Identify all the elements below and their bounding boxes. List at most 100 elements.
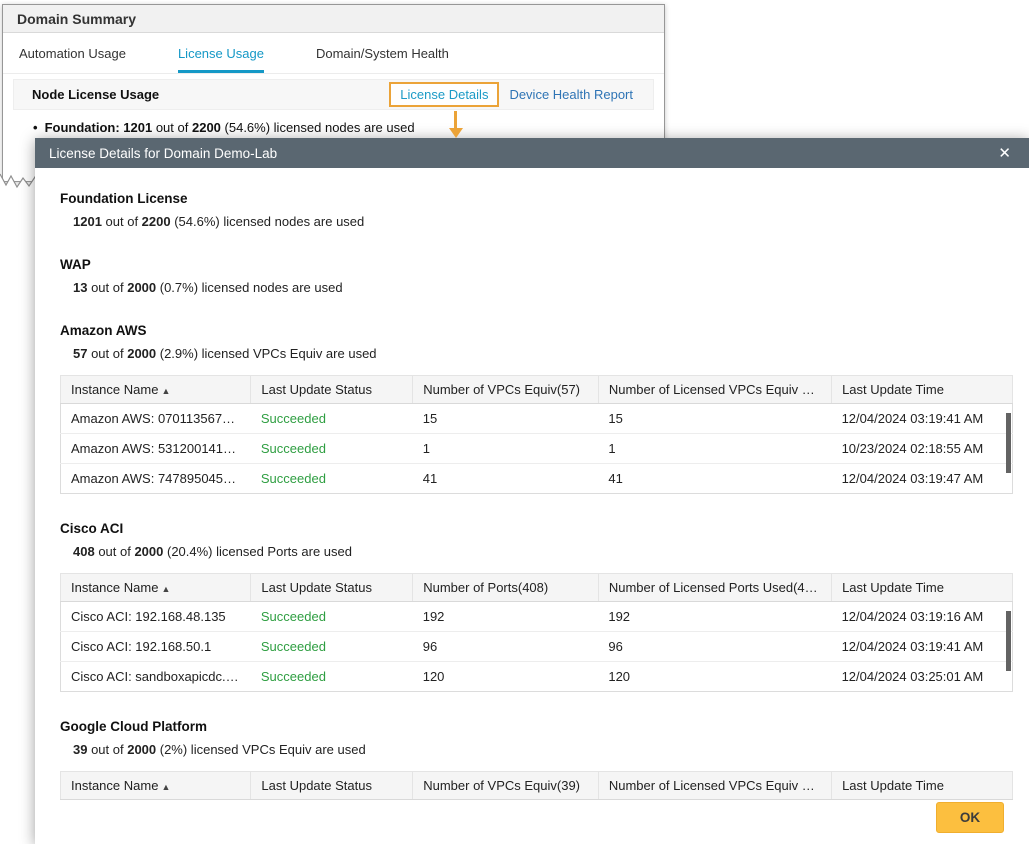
column-header[interactable]: Number of VPCs Equiv(57) [413,376,599,404]
table-cell: 120 [598,662,831,692]
table-cell: 120 [413,662,599,692]
table-cell: 1 [598,434,831,464]
usage-line: 39 out of 2000 (2%) licensed VPCs Equiv … [73,742,1013,758]
usage-used-value: 408 [73,544,95,559]
table-cell: 12/04/2024 03:19:16 AM [832,602,1013,632]
modal-sections: Foundation License 1201 out of 2200 (54.6… [60,192,1013,800]
table-cell: 15 [413,404,599,434]
bullet-mid: out of [156,120,189,135]
ok-button[interactable]: OK [936,802,1004,833]
column-header[interactable]: Instance Name▲ [61,772,251,800]
license-section: WAP13 out of 2000 (0.7%) licensed nodes … [60,258,1013,296]
sort-asc-icon: ▲ [161,782,170,792]
column-header[interactable]: Last Update Status [251,376,413,404]
table-cell: 41 [598,464,831,494]
license-table-wrap: Instance Name▲Last Update StatusNumber o… [60,573,1013,692]
bullet-rest: (54.6%) licensed nodes are used [225,120,415,135]
usage-total-value: 2000 [134,544,163,559]
license-section: Google Cloud Platform 39 out of 2000 (2%)… [60,720,1013,800]
annotation-arrow-line [454,111,457,128]
panel-title: Node License Usage [32,87,159,102]
table-scrollbar-thumb[interactable] [1006,413,1011,473]
usage-total-value: 2200 [142,214,171,229]
column-header[interactable]: Last Update Status [251,574,413,602]
bullet-dot-icon [33,120,45,135]
column-header[interactable]: Instance Name▲ [61,376,251,404]
table-cell: Amazon AWS: 747895045325 [61,464,251,494]
table-cell: Amazon AWS: 070113567925 [61,404,251,434]
table-cell: Cisco ACI: 192.168.48.135 [61,602,251,632]
status-cell: Succeeded [251,434,413,464]
bullet-label: Foundation: [45,120,120,135]
table-cell: Cisco ACI: 192.168.50.1 [61,632,251,662]
column-header[interactable]: Number of VPCs Equiv(39) [413,772,599,800]
table-cell: 15 [598,404,831,434]
license-section: Foundation License 1201 out of 2200 (54.6… [60,192,1013,230]
device-health-report-link[interactable]: Device Health Report [509,87,633,102]
usage-total-value: 2000 [127,280,156,295]
status-cell: Succeeded [251,602,413,632]
column-header[interactable]: Number of Ports(408) [413,574,599,602]
column-header[interactable]: Number of Licensed VPCs Equiv Used(3... [598,772,831,800]
table-scrollbar-thumb[interactable] [1006,611,1011,671]
license-table: Instance Name▲Last Update StatusNumber o… [60,375,1013,494]
window-titlebar[interactable]: Domain Summary [3,5,664,33]
column-header[interactable]: Last Update Time [832,574,1013,602]
table-header-row: Instance Name▲Last Update StatusNumber o… [61,574,1013,602]
license-table-wrap: Instance Name▲Last Update StatusNumber o… [60,375,1013,494]
column-header[interactable]: Instance Name▲ [61,574,251,602]
tab-license-usage[interactable]: License Usage [178,46,264,73]
modal-header: License Details for Domain Demo-Lab ✕ [35,138,1029,168]
usage-total-value: 2000 [127,346,156,361]
table-header-row: Instance Name▲Last Update StatusNumber o… [61,376,1013,404]
annotation-arrow-head-icon [449,128,463,138]
table-row: Amazon AWS: 747895045325Succeeded414112/… [61,464,1013,494]
usage-used-value: 57 [73,346,87,361]
section-heading: Cisco ACI [60,522,1013,536]
table-cell: 96 [598,632,831,662]
license-section: Cisco ACI 408 out of 2000 (20.4%) license… [60,522,1013,692]
usage-line: 408 out of 2000 (20.4%) licensed Ports a… [73,544,1013,560]
license-details-link[interactable]: License Details [389,82,499,107]
table-row: Cisco ACI: 192.168.48.135Succeeded192192… [61,602,1013,632]
sort-asc-icon: ▲ [161,584,170,594]
table-cell: 192 [598,602,831,632]
sort-asc-icon: ▲ [161,386,170,396]
table-cell: 12/04/2024 03:19:47 AM [832,464,1013,494]
usage-used-value: 13 [73,280,87,295]
bullet-used: 1201 [123,120,152,135]
table-row: Cisco ACI: sandboxapicdc.cisco.cSucceede… [61,662,1013,692]
column-header[interactable]: Number of Licensed VPCs Equiv Used(5... [598,376,831,404]
node-license-usage-header: Node License Usage License Details Devic… [13,79,654,110]
license-table-wrap: Instance Name▲Last Update StatusNumber o… [60,771,1013,800]
window-title: Domain Summary [17,11,136,27]
close-icon[interactable]: ✕ [994,144,1015,163]
column-header[interactable]: Last Update Time [832,772,1013,800]
foundation-usage-bullet: Foundation: 1201 out of 2200 (54.6%) lic… [3,110,664,135]
license-section: Amazon AWS57 out of 2000 (2.9%) licensed… [60,324,1013,494]
tab-automation-usage[interactable]: Automation Usage [19,46,126,73]
table-cell: 96 [413,632,599,662]
usage-line: 13 out of 2000 (0.7%) licensed nodes are… [73,280,1013,296]
usage-used-value: 39 [73,742,87,757]
usage-line: 1201 out of 2200 (54.6%) licensed nodes … [73,214,1013,230]
table-cell: Amazon AWS: 531200141477 [61,434,251,464]
table-row: Amazon AWS: 531200141477Succeeded1110/23… [61,434,1013,464]
table-cell: 10/23/2024 02:18:55 AM [832,434,1013,464]
column-header[interactable]: Number of Licensed Ports Used(408) [598,574,831,602]
table-cell: 41 [413,464,599,494]
section-heading: Google Cloud Platform [60,720,1013,734]
table-cell: 12/04/2024 03:19:41 AM [832,404,1013,434]
panel-links: License Details Device Health Report [389,82,647,107]
column-header[interactable]: Last Update Time [832,376,1013,404]
column-header[interactable]: Last Update Status [251,772,413,800]
bullet-total: 2200 [192,120,221,135]
table-cell: Cisco ACI: sandboxapicdc.cisco.c [61,662,251,692]
table-header-row: Instance Name▲Last Update StatusNumber o… [61,772,1013,800]
section-heading: Foundation License [60,192,1013,206]
license-table: Instance Name▲Last Update StatusNumber o… [60,771,1013,800]
torn-edge-decoration [0,172,40,196]
table-row: Cisco ACI: 192.168.50.1Succeeded969612/0… [61,632,1013,662]
tab-domain-system-health[interactable]: Domain/System Health [316,46,449,73]
license-table: Instance Name▲Last Update StatusNumber o… [60,573,1013,692]
